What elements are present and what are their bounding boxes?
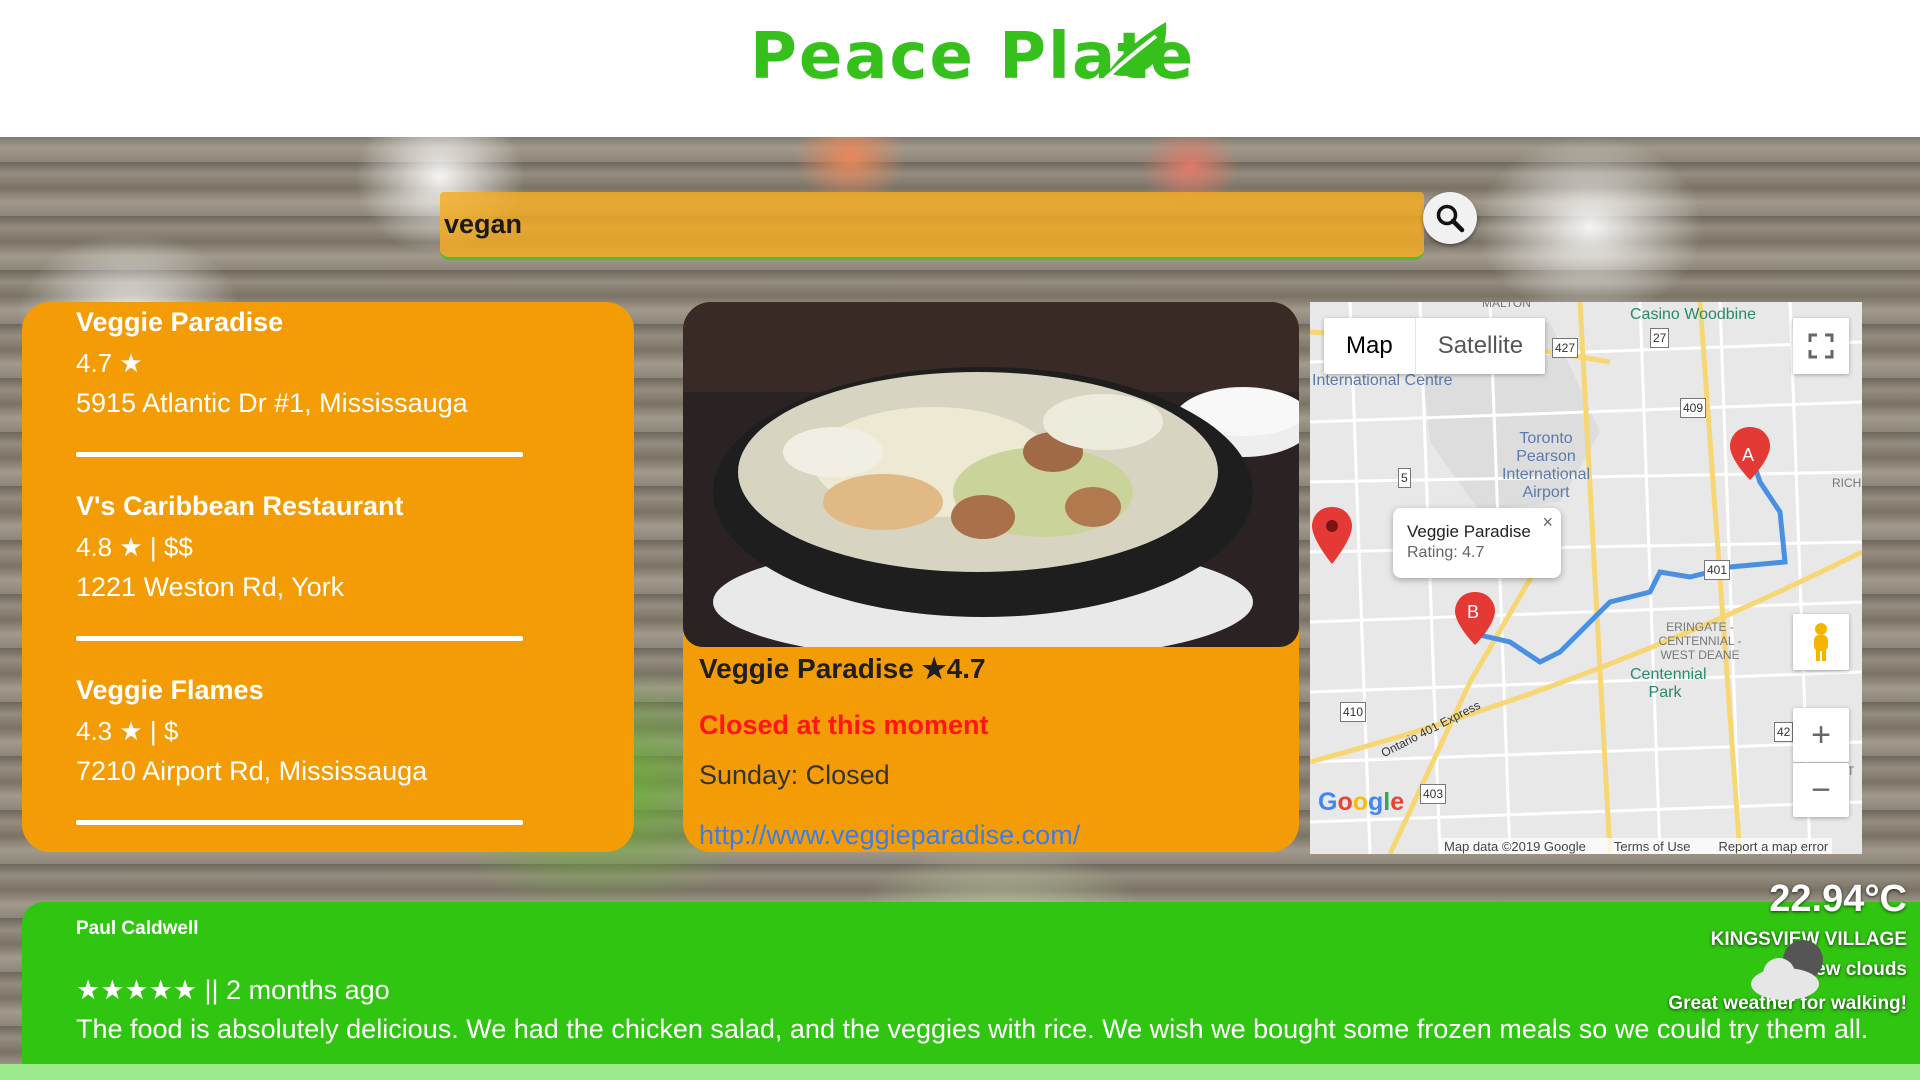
result-name[interactable]: Veggie Paradise <box>76 307 283 338</box>
map-tab-map[interactable]: Map <box>1324 318 1415 374</box>
result-rating: 4.3 ★ | $ <box>76 716 179 746</box>
restaurant-photo <box>683 302 1299 647</box>
zoom-in-button[interactable]: + <box>1793 708 1849 762</box>
review-text: The food is absolutely delicious. We had… <box>76 1014 1869 1044</box>
result-address: 7210 Airport Rd, Mississauga <box>76 756 428 786</box>
result-item[interactable]: V's Caribbean Restaurant 4.8 ★ | $$ 1221… <box>76 486 634 670</box>
fullscreen-icon <box>1808 333 1834 359</box>
result-address: 5915 Atlantic Dr #1, Mississauga <box>76 388 468 418</box>
cloud-icon <box>1751 940 1823 1000</box>
pegman-icon <box>1814 623 1828 661</box>
review-meta: ★★★★★ || 2 months ago <box>76 975 390 1005</box>
weather-widget: 22.94°C KINGSVIEW VILLAGE few clouds Gre… <box>1667 878 1907 1019</box>
report-map-error-link[interactable]: Report a map error <box>1718 839 1828 854</box>
review-author: Paul Caldwell <box>76 918 199 939</box>
result-rating: 4.8 ★ | $$ <box>76 532 193 562</box>
fullscreen-button[interactable] <box>1793 318 1849 374</box>
map-label-eringate: ERINGATE - CENTENNIAL - WEST DEANE <box>1658 620 1742 662</box>
result-name[interactable]: Veggie Flames <box>76 675 264 706</box>
website-link[interactable]: http://www.veggieparadise.com/ <box>699 820 1080 851</box>
highway-shield: 410 <box>1340 702 1367 722</box>
leaf-logo-icon <box>1098 22 1167 86</box>
result-rating: 4.7 ★ <box>76 348 143 378</box>
highway-shield: 42 <box>1774 722 1794 742</box>
food-bowl-image <box>683 302 1299 647</box>
close-icon[interactable]: × <box>1542 512 1553 533</box>
result-divider <box>76 820 523 825</box>
info-window-title: Veggie Paradise <box>1407 522 1531 541</box>
header: Peace Plate <box>0 0 1920 137</box>
highway-shield: 5 <box>1398 468 1411 488</box>
search-icon <box>1436 204 1465 233</box>
weather-temperature: 22.94°C <box>1769 878 1907 920</box>
marker-b-label: B <box>1467 602 1480 622</box>
result-divider <box>76 452 523 457</box>
result-divider <box>76 636 523 641</box>
result-item[interactable]: Veggie Paradise 4.7 ★ 5915 Atlantic Dr #… <box>76 302 634 486</box>
minus-icon: − <box>1811 770 1831 809</box>
result-name[interactable]: V's Caribbean Restaurant <box>76 491 404 522</box>
restaurant-detail-card: Veggie Paradise ★4.7 Closed at this mome… <box>683 302 1299 852</box>
map-label-centennial: Centennial Park <box>1630 666 1707 701</box>
highway-shield: 409 <box>1680 398 1707 418</box>
highway-shield: 27 <box>1650 328 1670 348</box>
search-query-text[interactable]: vegan <box>444 209 522 240</box>
map-label-malton: MALTON <box>1482 302 1531 310</box>
map-label-rich: RICH <box>1832 476 1862 490</box>
map-label-intl-centre: International Centre <box>1312 372 1453 389</box>
highway-shield: 403 <box>1420 784 1447 804</box>
map-label-airport: Toronto Pearson International Airport <box>1501 430 1591 501</box>
open-status: Closed at this moment <box>699 710 989 740</box>
highway-shield: 401 <box>1704 560 1731 580</box>
results-list: Veggie Paradise 4.7 ★ 5915 Atlantic Dr #… <box>22 302 634 852</box>
highway-shield: 427 <box>1552 338 1579 358</box>
map-tab-satellite[interactable]: Satellite <box>1414 318 1545 374</box>
map-attribution: Map data ©2019 Google Terms of Use Report … <box>1440 838 1833 854</box>
map-info-window: Veggie Paradise Rating: 4.7 × <box>1393 508 1561 578</box>
map-label-casino: Casino Woodbine <box>1630 306 1757 323</box>
map[interactable]: A B Casino Woodbine International Centre… <box>1310 302 1862 854</box>
map-data-text: Map data ©2019 Google <box>1444 839 1586 854</box>
zoom-out-button[interactable]: − <box>1793 763 1849 817</box>
info-window-rating: Rating: 4.7 <box>1407 544 1485 561</box>
result-address: 1221 Weston Rd, York <box>76 572 345 602</box>
detail-title: Veggie Paradise ★4.7 <box>699 653 986 684</box>
search-input[interactable]: vegan <box>440 192 1424 260</box>
map-type-toggle: Map Satellite <box>1324 318 1546 374</box>
plus-icon: + <box>1811 715 1831 754</box>
marker-a-label: A <box>1742 445 1755 465</box>
review-panel: Paul Caldwell ★★★★★ || 2 months ago The … <box>22 902 1920 1080</box>
google-logo: Google <box>1318 788 1405 816</box>
search-button[interactable] <box>1423 192 1477 244</box>
street-view-pegman-button[interactable] <box>1793 614 1849 670</box>
result-item[interactable]: Veggie Flames 4.3 ★ | $ 7210 Airport Rd,… <box>76 670 634 852</box>
opening-hours: Sunday: Closed <box>699 760 890 790</box>
terms-link[interactable]: Terms of Use <box>1614 839 1691 854</box>
bottom-strip <box>0 1064 1920 1080</box>
